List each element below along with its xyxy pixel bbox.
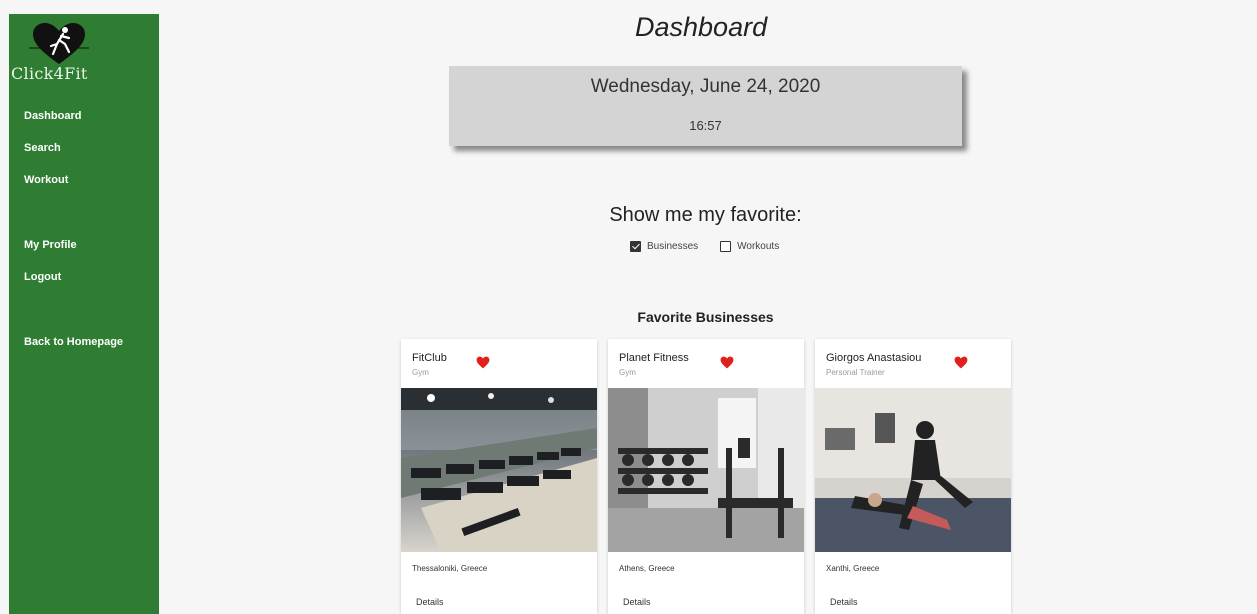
heart-icon[interactable] bbox=[720, 356, 734, 369]
details-link[interactable]: Details bbox=[623, 597, 651, 607]
details-link[interactable]: Details bbox=[830, 597, 858, 607]
details-link[interactable]: Details bbox=[416, 597, 444, 607]
heart-runner-icon bbox=[29, 23, 89, 64]
sidebar-item-my-profile[interactable]: My Profile bbox=[24, 239, 77, 251]
sidebar-item-dashboard[interactable]: Dashboard bbox=[24, 110, 81, 122]
business-type: Personal Trainer bbox=[826, 368, 885, 377]
business-photo bbox=[608, 388, 804, 552]
business-location: Xanthi, Greece bbox=[826, 564, 880, 573]
filter-workouts[interactable]: Workouts bbox=[720, 240, 780, 252]
app-logo[interactable]: Click4Fit bbox=[9, 22, 119, 84]
business-name: Planet Fitness bbox=[619, 352, 689, 364]
business-photo bbox=[815, 388, 1011, 552]
sidebar-item-workout[interactable]: Workout bbox=[24, 174, 68, 186]
business-photo bbox=[401, 388, 597, 552]
sidebar-item-search[interactable]: Search bbox=[24, 142, 61, 154]
favorite-filters: Businesses Workouts bbox=[630, 239, 801, 253]
sidebar-item-logout[interactable]: Logout bbox=[24, 271, 61, 283]
sidebar-item-back-to-homepage[interactable]: Back to Homepage bbox=[24, 336, 123, 348]
business-location: Thessaloniki, Greece bbox=[412, 564, 488, 573]
business-location: Athens, Greece bbox=[619, 564, 675, 573]
business-card: FitClub Gym Thessaloniki, Greece Details bbox=[401, 339, 597, 614]
filter-label: Workouts bbox=[737, 240, 780, 252]
filter-businesses[interactable]: Businesses bbox=[630, 240, 699, 252]
business-type: Gym bbox=[619, 368, 636, 377]
checkbox-icon[interactable] bbox=[720, 240, 732, 252]
business-card: Giorgos Anastasiou Personal Trainer Xant… bbox=[815, 339, 1011, 614]
app-name: Click4Fit bbox=[11, 64, 88, 83]
checkbox-icon[interactable] bbox=[630, 240, 641, 252]
filter-label: Businesses bbox=[647, 240, 699, 252]
heart-icon[interactable] bbox=[476, 356, 490, 369]
business-name: FitClub bbox=[412, 352, 447, 364]
date-card: Wednesday, June 24, 2020 16:57 bbox=[449, 66, 962, 146]
current-date: Wednesday, June 24, 2020 bbox=[590, 76, 821, 97]
section-title: Favorite Businesses bbox=[637, 309, 774, 325]
business-type: Gym bbox=[412, 368, 429, 377]
business-card: Planet Fitness Gym Athens, Greece Detail… bbox=[608, 339, 804, 614]
favorite-prompt: Show me my favorite: bbox=[609, 204, 802, 226]
business-name: Giorgos Anastasiou bbox=[826, 352, 922, 364]
page-title: Dashboard bbox=[635, 12, 768, 42]
current-time: 16:57 bbox=[689, 118, 722, 133]
heart-icon[interactable] bbox=[954, 356, 968, 369]
